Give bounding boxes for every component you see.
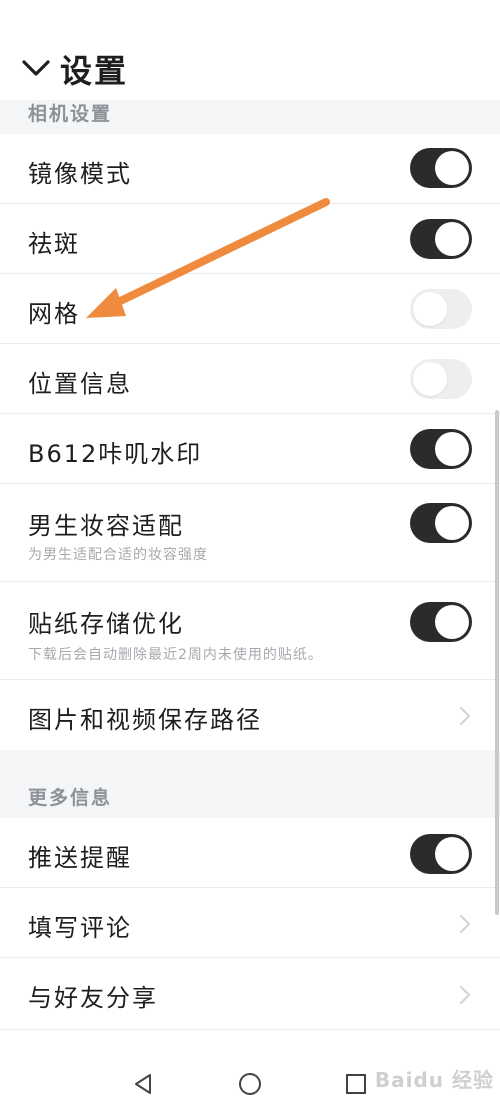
chevron-right-icon: [459, 985, 471, 1005]
sticker-storage-toggle[interactable]: [410, 602, 472, 642]
setting-row-watermark[interactable]: B612咔叽水印: [0, 414, 500, 484]
setting-label: 网格: [28, 300, 80, 328]
setting-label: B612咔叽水印: [28, 440, 203, 468]
chevron-right-icon: [459, 914, 471, 934]
watermark-toggle[interactable]: [410, 429, 472, 469]
toggle-knob: [413, 362, 447, 396]
home-circle-icon[interactable]: [237, 1071, 263, 1097]
section-title: 相机设置: [28, 103, 113, 125]
setting-label: 填写评论: [28, 914, 132, 942]
toggle-knob: [413, 292, 447, 326]
section-header-camera: 相机设置: [0, 100, 500, 134]
baidu-watermark-logo: Baidu 经验: [374, 1068, 494, 1092]
chevron-right-icon: [459, 706, 471, 726]
location-toggle[interactable]: [410, 359, 472, 399]
setting-row-save-path[interactable]: 图片和视频保存路径: [0, 680, 500, 750]
setting-label: 祛斑: [28, 230, 80, 258]
setting-row-share[interactable]: 与好友分享: [0, 958, 500, 1030]
back-triangle-icon[interactable]: [131, 1072, 155, 1096]
mirror-toggle[interactable]: [410, 148, 472, 188]
setting-row-male-makeup[interactable]: 男生妆容适配 为男生适配合适的妆容强度: [0, 484, 500, 582]
male-makeup-toggle[interactable]: [410, 503, 472, 543]
toggle-knob: [435, 432, 469, 466]
setting-label: 镜像模式: [28, 160, 132, 188]
chevron-down-icon[interactable]: [20, 52, 52, 84]
setting-description: 为男生适配合适的妆容强度: [28, 547, 208, 563]
push-toggle[interactable]: [410, 834, 472, 874]
setting-label: 贴纸存储优化: [28, 610, 184, 638]
setting-label: 位置信息: [28, 370, 132, 398]
setting-label: 图片和视频保存路径: [28, 706, 262, 734]
blemish-toggle[interactable]: [410, 219, 472, 259]
setting-row-sticker-storage[interactable]: 贴纸存储优化 下载后会自动删除最近2周内未使用的贴纸。: [0, 582, 500, 680]
setting-label: 与好友分享: [28, 984, 158, 1012]
setting-description: 下载后会自动删除最近2周内未使用的贴纸。: [28, 647, 323, 663]
toggle-knob: [435, 837, 469, 871]
setting-row-grid[interactable]: 网格: [0, 274, 500, 344]
recents-square-icon[interactable]: [345, 1073, 367, 1095]
setting-label: 男生妆容适配: [28, 512, 184, 540]
toggle-knob: [435, 151, 469, 185]
scrollbar[interactable]: [495, 410, 499, 915]
setting-row-review[interactable]: 填写评论: [0, 888, 500, 958]
section-header-more: 更多信息: [0, 750, 500, 818]
setting-row-location[interactable]: 位置信息: [0, 344, 500, 414]
header: 设置: [0, 0, 500, 106]
setting-label: 推送提醒: [28, 844, 132, 872]
setting-row-mirror[interactable]: 镜像模式: [0, 134, 500, 204]
section-title: 更多信息: [28, 787, 113, 809]
toggle-knob: [435, 605, 469, 639]
toggle-knob: [435, 506, 469, 540]
grid-toggle[interactable]: [410, 289, 472, 329]
page-title: 设置: [60, 52, 129, 90]
setting-row-blemish[interactable]: 祛斑: [0, 204, 500, 274]
setting-row-push[interactable]: 推送提醒: [0, 818, 500, 888]
toggle-knob: [435, 222, 469, 256]
